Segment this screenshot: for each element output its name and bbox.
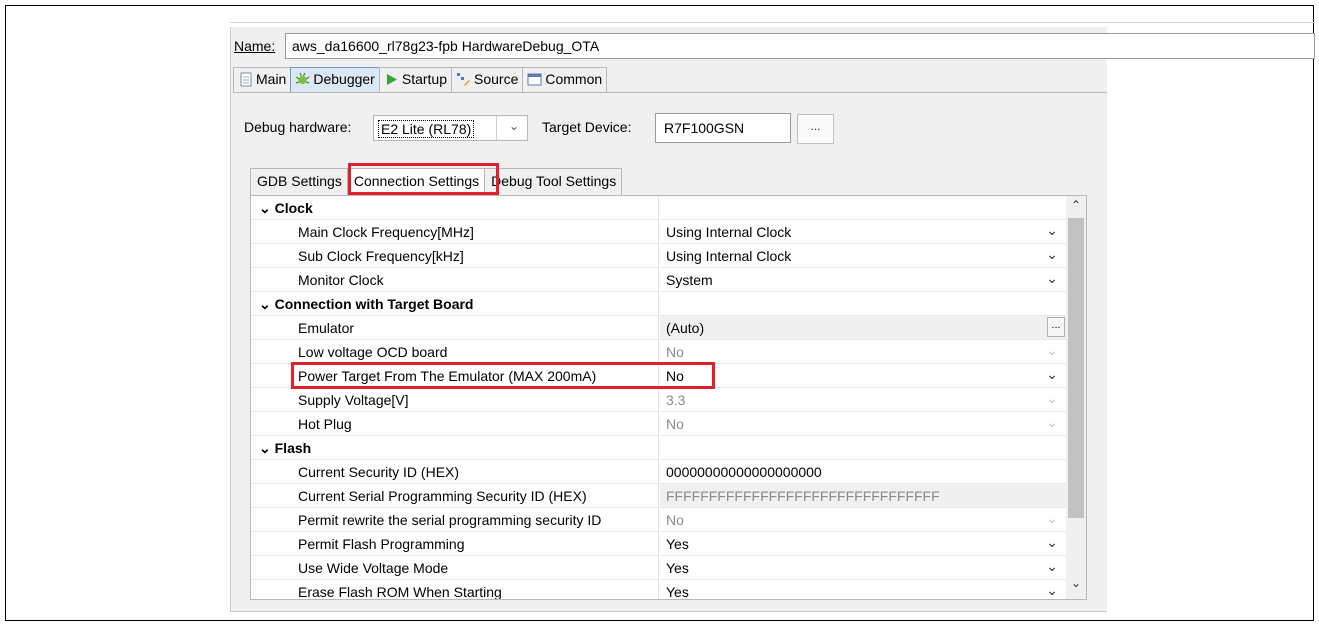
debugger-subtabs: GDB Settings Connection Settings Debug T… xyxy=(250,168,623,195)
property-value: No xyxy=(666,344,684,360)
tab-main[interactable]: Main xyxy=(233,67,291,93)
target-device-browse-button[interactable]: ... xyxy=(797,114,834,144)
table-row[interactable]: Permit Flash Programming Yes ⌄ xyxy=(251,532,1066,556)
debug-hardware-select[interactable]: E2 Lite (RL78) ⌄ xyxy=(373,115,528,141)
tab-startup-label: Startup xyxy=(401,71,447,87)
chevron-down-icon: ⌄ xyxy=(259,296,271,312)
tab-debugger-label: Debugger xyxy=(313,71,375,87)
table-row[interactable]: Current Security ID (HEX) 00000000000000… xyxy=(251,460,1066,484)
category-label: ⌄ Clock xyxy=(259,200,313,216)
subtab-debug-tool-settings[interactable]: Debug Tool Settings xyxy=(485,168,623,195)
table-row[interactable]: Sub Clock Frequency[kHz] Using Internal … xyxy=(251,244,1066,268)
property-name: Use Wide Voltage Mode xyxy=(298,560,449,576)
property-value: 00000000000000000000 xyxy=(666,464,822,480)
document-icon xyxy=(240,72,252,87)
chevron-down-icon: ⌄ xyxy=(259,200,271,216)
property-table: ⌄ Clock Main Clock Frequency[MHz] Using … xyxy=(250,195,1087,600)
chevron-down-icon[interactable]: ⌄ xyxy=(1046,366,1058,383)
table-row[interactable]: Supply Voltage[V] 3.3 ⌄ xyxy=(251,388,1066,412)
chevron-down-icon[interactable]: ⌄ xyxy=(1066,576,1086,590)
emulator-browse-button[interactable]: ... xyxy=(1047,317,1065,337)
property-value: System xyxy=(666,272,713,288)
chevron-down-icon[interactable]: ⌄ xyxy=(1046,534,1058,551)
config-name-input[interactable]: aws_da16600_rl78g23-fpb HardwareDebug_OT… xyxy=(285,33,1315,59)
property-value: 3.3 xyxy=(666,392,686,408)
category-row-clock[interactable]: ⌄ Clock xyxy=(251,196,1066,220)
chevron-down-icon: ⌄ xyxy=(1046,390,1058,406)
table-row[interactable]: Emulator (Auto)... xyxy=(251,316,1066,340)
category-label: ⌄ Flash xyxy=(259,440,312,456)
property-value: Yes xyxy=(666,560,689,576)
category-label: ⌄ Connection with Target Board xyxy=(259,296,474,312)
subtab-connection-settings[interactable]: Connection Settings xyxy=(347,168,486,195)
property-value: Using Internal Clock xyxy=(666,248,792,264)
table-row[interactable]: Main Clock Frequency[MHz] Using Internal… xyxy=(251,220,1066,244)
tab-source[interactable]: Source xyxy=(451,67,523,93)
property-value: Yes xyxy=(666,536,689,552)
property-value: No xyxy=(666,416,684,432)
bug-icon xyxy=(296,72,310,84)
tabs-underline xyxy=(233,92,1107,93)
subtab-gdb-settings[interactable]: GDB Settings xyxy=(250,168,348,195)
property-name: Sub Clock Frequency[kHz] xyxy=(298,248,464,264)
target-device-input[interactable]: R7F100GSN xyxy=(655,113,791,143)
vertical-scrollbar[interactable]: ⌃ ⌄ xyxy=(1066,196,1086,599)
play-icon xyxy=(386,74,397,85)
chevron-up-icon[interactable]: ⌃ xyxy=(1066,198,1086,212)
scrollbar-thumb[interactable] xyxy=(1068,218,1084,518)
property-name: Permit rewrite the serial programming se… xyxy=(298,512,602,528)
category-row-connection[interactable]: ⌄ Connection with Target Board xyxy=(251,292,1066,316)
table-row[interactable]: Hot Plug No ⌄ xyxy=(251,412,1066,436)
tab-startup[interactable]: Startup xyxy=(378,67,451,93)
name-label: Name: xyxy=(234,38,276,54)
table-row[interactable]: Power Target From The Emulator (MAX 200m… xyxy=(251,364,1066,388)
debug-hardware-label: Debug hardware: xyxy=(244,119,352,135)
chevron-down-icon: ⌄ xyxy=(1046,510,1058,526)
property-name: Permit Flash Programming xyxy=(298,536,465,552)
table-row[interactable]: Current Serial Programming Security ID (… xyxy=(251,484,1066,508)
target-device-label: Target Device: xyxy=(542,119,632,135)
property-name: Monitor Clock xyxy=(298,272,384,288)
tab-common-label: Common xyxy=(545,71,603,87)
config-tabs: Main Debugger Startup Source Common xyxy=(233,67,608,93)
table-row[interactable]: Monitor Clock System ⌄ xyxy=(251,268,1066,292)
table-row[interactable]: Low voltage OCD board No ⌄ xyxy=(251,340,1066,364)
tab-main-label: Main xyxy=(256,71,287,87)
property-value: Yes xyxy=(666,584,689,600)
property-value: No xyxy=(666,368,684,384)
chevron-down-icon[interactable]: ⌄ xyxy=(1046,222,1058,239)
property-name: Low voltage OCD board xyxy=(298,344,448,360)
property-name: Emulator xyxy=(298,320,355,336)
property-value: Using Internal Clock xyxy=(666,224,792,240)
property-value: No xyxy=(666,512,684,528)
property-value: FFFFFFFFFFFFFFFFFFFFFFFFFFFFFFFF xyxy=(666,488,940,504)
chevron-down-icon: ⌄ xyxy=(508,119,519,133)
property-name: Erase Flash ROM When Starting xyxy=(298,584,502,600)
table-row[interactable]: Erase Flash ROM When Starting Yes ⌄ xyxy=(251,580,1066,600)
property-name: Power Target From The Emulator (MAX 200m… xyxy=(298,368,597,384)
tab-common[interactable]: Common xyxy=(522,67,608,93)
chevron-down-icon: ⌄ xyxy=(259,440,271,456)
property-name: Main Clock Frequency[MHz] xyxy=(298,224,474,240)
chevron-down-icon[interactable]: ⌄ xyxy=(1046,270,1058,287)
property-value: (Auto) xyxy=(666,320,705,336)
source-lookup-icon xyxy=(457,73,470,86)
table-row[interactable]: Permit rewrite the serial programming se… xyxy=(251,508,1066,532)
tab-debugger[interactable]: Debugger xyxy=(290,67,379,93)
chevron-down-icon: ⌄ xyxy=(1046,342,1058,358)
chevron-down-icon[interactable]: ⌄ xyxy=(1046,558,1058,575)
chevron-down-icon: ⌄ xyxy=(1046,414,1058,430)
window-icon xyxy=(527,73,542,86)
property-name: Current Security ID (HEX) xyxy=(298,464,460,480)
property-name: Current Serial Programming Security ID (… xyxy=(298,488,587,504)
category-row-flash[interactable]: ⌄ Flash xyxy=(251,436,1066,460)
select-separator xyxy=(496,116,497,140)
table-row[interactable]: Use Wide Voltage Mode Yes ⌄ xyxy=(251,556,1066,580)
debug-hardware-value: E2 Lite (RL78) xyxy=(378,120,475,138)
chevron-down-icon[interactable]: ⌄ xyxy=(1046,582,1058,599)
property-name: Supply Voltage[V] xyxy=(298,392,409,408)
tab-source-label: Source xyxy=(474,71,519,87)
chevron-down-icon[interactable]: ⌄ xyxy=(1046,246,1058,263)
property-name: Hot Plug xyxy=(298,416,352,432)
